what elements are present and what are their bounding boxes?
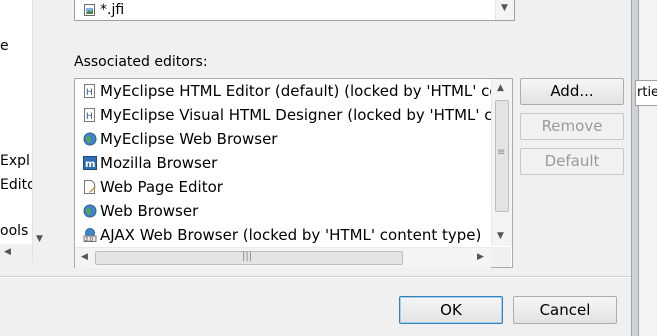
ok-button[interactable]: OK [399,296,503,324]
html-editor-icon: H [84,84,95,98]
list-item[interactable]: m Mozilla Browser [83,151,217,175]
list-item[interactable]: 2.0 AJAX Web Browser (locked by 'HTML' c… [83,223,481,247]
html-editor-icon: H [84,108,95,122]
cancel-button[interactable]: Cancel [513,296,617,324]
editor-label: MyEclipse Web Browser [100,130,278,148]
file-types-list[interactable]: *.jfi ▼ [74,0,515,21]
file-icon [84,4,95,16]
globe-icon [83,132,97,146]
scroll-corner [491,247,511,267]
editor-label: MyEclipse Visual HTML Designer (locked b… [100,106,502,124]
svg-text:2.0: 2.0 [85,237,93,242]
globe-icon [83,204,97,218]
file-types-scrollbar[interactable]: ▼ [495,0,514,20]
list-item[interactable]: *.jfi [83,0,124,20]
page-editor-icon [84,180,96,194]
list-item[interactable]: H MyEclipse Visual HTML Designer (locked… [83,103,502,127]
editor-list-hscrollbar[interactable]: ◀ ||| ▶ [75,247,491,268]
file-type-label: *.jfi [100,2,125,18]
editor-label: Web Browser [100,202,199,220]
list-item[interactable]: Web Page Editor [83,175,223,199]
grip-icon: ||| [242,251,253,262]
grip-icon: ≡ [497,147,506,158]
editor-label: AJAX Web Browser (locked by 'HTML' conte… [100,226,482,244]
left-tree-text: e [0,38,9,54]
associated-editors-label: Associated editors: [74,54,208,70]
mozilla-icon: m [83,156,97,170]
ajax-browser-icon: 2.0 [83,228,97,242]
panel-splitter[interactable] [631,0,639,336]
left-tree-text: Edito [0,177,36,193]
svg-text:m: m [85,159,95,170]
left-tree-hscrollbar[interactable]: ◀ [0,244,32,262]
left-tree-scrollbar[interactable]: ▼ [32,0,51,262]
associated-editors-list[interactable]: H MyEclipse HTML Editor (default) (locke… [74,78,513,268]
editor-label: Web Page Editor [100,178,223,196]
scroll-thumb[interactable]: ≡ [495,100,509,212]
editor-list-vscrollbar[interactable]: ▲ ≡ ▼ [491,79,512,246]
scroll-down-arrow-icon[interactable]: ▼ [497,231,504,241]
list-item[interactable]: H MyEclipse HTML Editor (default) (locke… [83,79,499,103]
svg-text:H: H [86,112,93,122]
scroll-left-arrow-icon[interactable]: ◀ [81,252,88,262]
list-item[interactable]: Web Browser [83,199,198,223]
default-button[interactable]: Default [520,148,624,175]
right-panel [639,0,657,336]
scroll-left-arrow-icon[interactable]: ◀ [4,247,11,257]
remove-button[interactable]: Remove [520,113,624,140]
editor-label: MyEclipse HTML Editor (default) (locked … [100,82,499,100]
left-tree-text: Expl [0,153,30,169]
scroll-down-arrow-icon[interactable]: ▼ [36,234,43,244]
editor-label: Mozilla Browser [100,154,218,172]
add-button[interactable]: Add... [520,78,624,105]
scroll-thumb[interactable]: ||| [95,251,403,265]
svg-text:H: H [86,88,93,98]
list-item[interactable]: MyEclipse Web Browser [83,127,277,151]
scroll-up-arrow-icon[interactable]: ▲ [497,83,504,93]
divider [0,276,631,278]
scroll-right-arrow-icon[interactable]: ▶ [477,252,484,262]
left-tree-text: ools [0,223,29,239]
properties-tab[interactable]: rtie [635,80,657,106]
scroll-down-arrow-icon[interactable]: ▼ [501,3,508,13]
